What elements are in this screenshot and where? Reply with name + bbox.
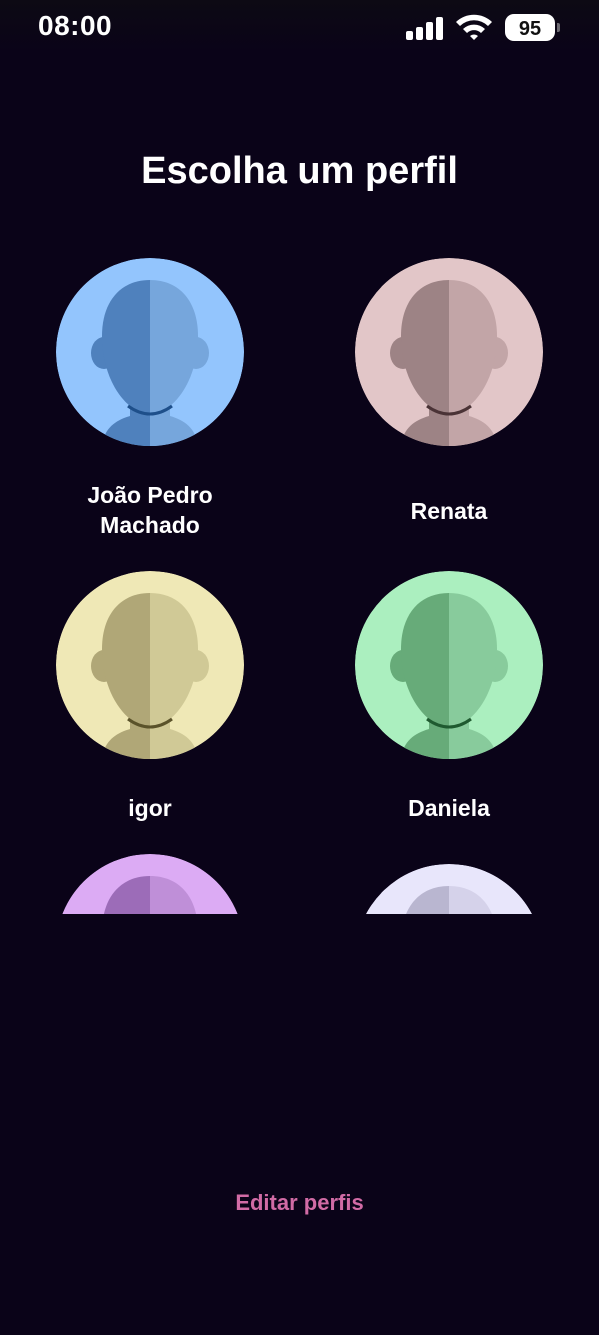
profile-name: Renata (410, 498, 488, 524)
profile-card-igor[interactable]: igor (30, 571, 270, 831)
person-silhouette-icon (62, 854, 238, 914)
profile-name: Daniela (408, 795, 490, 821)
profile-card-renata[interactable]: Renata (329, 258, 569, 548)
edit-profiles-button[interactable]: Editar perfis (0, 1190, 599, 1216)
person-silhouette-icon (365, 864, 533, 914)
profile-row-partial (0, 840, 599, 914)
profile-name-line2: Machado (100, 512, 200, 538)
avatar[interactable] (355, 571, 543, 759)
profile-name-line1: João Pedro (87, 482, 213, 508)
status-time: 08:00 (38, 10, 113, 41)
wifi-icon (454, 12, 494, 42)
avatar[interactable] (56, 571, 244, 759)
battery-icon: 95 (505, 14, 555, 41)
person-silhouette-icon (56, 258, 244, 446)
avatar[interactable] (56, 854, 244, 914)
signal-bars-icon (406, 16, 444, 40)
page-title: Escolha um perfil (141, 150, 458, 192)
battery-tip (557, 23, 560, 32)
profile-card-joao-pedro[interactable]: João Pedro Machado (30, 258, 270, 548)
avatar[interactable] (56, 258, 244, 446)
profile-name: igor (128, 795, 172, 821)
person-silhouette-icon (355, 258, 543, 446)
status-bar: 08:00 95 (0, 0, 599, 52)
profile-name: João Pedro Machado (30, 480, 270, 540)
avatar[interactable] (355, 864, 543, 914)
person-silhouette-icon (355, 571, 543, 759)
profile-card-partial-1[interactable] (30, 854, 270, 914)
avatar[interactable] (355, 258, 543, 446)
person-silhouette-icon (56, 571, 244, 759)
profile-card-partial-2[interactable] (329, 864, 569, 914)
profile-card-daniela[interactable]: Daniela (329, 571, 569, 831)
